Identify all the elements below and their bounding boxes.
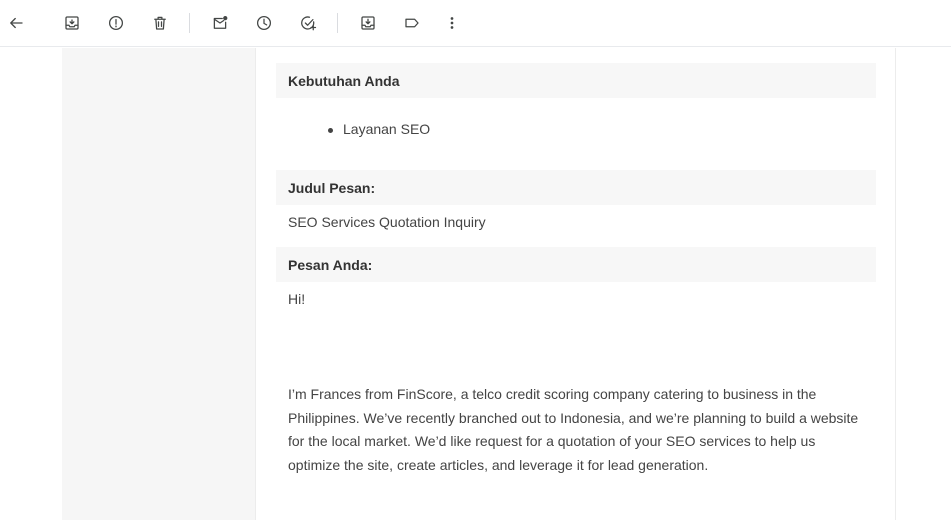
body-heading: Pesan Anda:	[276, 247, 876, 282]
clock-icon	[256, 15, 272, 31]
mail-unread-icon	[213, 15, 228, 29]
archive-icon	[65, 16, 79, 30]
report-icon	[108, 15, 124, 31]
subject-value: SEO Services Quotation Inquiry	[288, 214, 486, 230]
subject-heading: Judul Pesan:	[276, 170, 876, 205]
mark-unread-button[interactable]	[204, 7, 236, 39]
snooze-button[interactable]	[248, 7, 280, 39]
delete-button[interactable]	[144, 7, 176, 39]
needs-heading: Kebutuhan Anda	[276, 63, 876, 98]
toolbar-divider	[337, 13, 338, 33]
message-paragraph: I’m Frances from FinScore, a telco credi…	[288, 386, 859, 473]
move-to-icon	[361, 16, 375, 30]
archive-button[interactable]	[56, 7, 88, 39]
arrow-left-icon	[10, 17, 23, 29]
more-vertical-icon	[450, 17, 454, 29]
add-task-icon	[301, 16, 317, 31]
message-greeting: Hi!	[288, 291, 306, 307]
toolbar-divider	[189, 13, 190, 33]
label-icon	[405, 18, 419, 28]
trash-icon	[154, 16, 166, 30]
back-button[interactable]	[0, 7, 32, 39]
report-spam-button[interactable]	[100, 7, 132, 39]
message-toolbar	[0, 0, 951, 47]
add-task-button[interactable]	[292, 7, 324, 39]
label-button[interactable]	[396, 7, 428, 39]
needs-list-item: Layanan SEO	[327, 121, 431, 137]
move-to-button[interactable]	[352, 7, 384, 39]
more-options-button[interactable]	[436, 7, 468, 39]
